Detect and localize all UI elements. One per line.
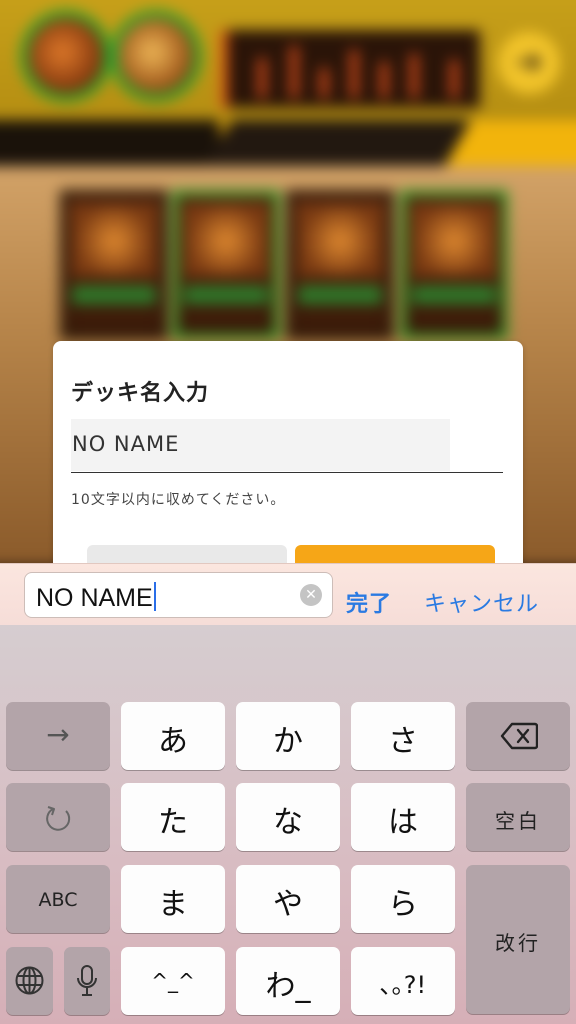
dialog-title: デッキ名入力 bbox=[71, 381, 210, 406]
globe-icon bbox=[15, 966, 44, 995]
return-key[interactable]: 改行 bbox=[466, 865, 570, 1014]
text-caret bbox=[153, 582, 156, 611]
key-emoticon[interactable]: ^_^ bbox=[121, 947, 225, 1015]
key-punctuation[interactable]: ､｡?! bbox=[351, 947, 455, 1015]
abc-key[interactable]: ABC bbox=[6, 865, 110, 933]
deck-name-field[interactable]: NO NAME bbox=[71, 419, 450, 471]
deck-card bbox=[400, 190, 508, 340]
globe-key[interactable] bbox=[6, 947, 53, 1015]
input-accessory-bar: NO NAME ✕ 完了 キャンセル bbox=[0, 563, 576, 625]
done-button[interactable]: 完了 bbox=[346, 586, 392, 618]
deck-card bbox=[60, 190, 168, 340]
deck-card bbox=[172, 190, 280, 340]
character-avatar-2 bbox=[110, 10, 202, 102]
next-candidate-key[interactable]: → bbox=[6, 702, 110, 770]
next-arrow-icon: ➜ bbox=[498, 32, 560, 94]
dictation-key[interactable] bbox=[64, 947, 110, 1015]
text-input[interactable]: NO NAME ✕ bbox=[24, 572, 333, 618]
key-a[interactable]: あ bbox=[121, 702, 225, 770]
key-na[interactable]: な bbox=[236, 783, 340, 851]
deck-name-dialog: デッキ名入力 NO NAME 10文字以内に収めてください。 bbox=[53, 341, 523, 571]
key-wa[interactable]: わ_ bbox=[236, 947, 340, 1015]
undo-key[interactable] bbox=[6, 783, 110, 851]
field-underline bbox=[71, 472, 503, 473]
key-ma[interactable]: ま bbox=[121, 865, 225, 933]
space-key[interactable]: 空白 bbox=[466, 783, 570, 851]
key-ha[interactable]: は bbox=[351, 783, 455, 851]
backspace-icon bbox=[500, 722, 538, 750]
character-avatar-1 bbox=[20, 10, 112, 102]
arrow-right-icon: → bbox=[46, 718, 70, 751]
key-ta[interactable]: た bbox=[121, 783, 225, 851]
undo-icon bbox=[46, 806, 71, 831]
clear-circle-icon[interactable]: ✕ bbox=[300, 584, 322, 606]
key-ra[interactable]: ら bbox=[351, 865, 455, 933]
key-sa[interactable]: さ bbox=[351, 702, 455, 770]
deck-card bbox=[286, 190, 394, 340]
dialog-hint: 10文字以内に収めてください。 bbox=[71, 492, 286, 508]
deck-name-field-value: NO NAME bbox=[72, 432, 180, 456]
japanese-kana-keyboard: → あ か さ た な は 空白 ABC ま や ら 改行 ^_^ わ_ ､｡?… bbox=[0, 625, 576, 1024]
key-ya[interactable]: や bbox=[236, 865, 340, 933]
cancel-button[interactable]: キャンセル bbox=[424, 586, 539, 618]
key-ka[interactable]: か bbox=[236, 702, 340, 770]
cost-bars bbox=[220, 30, 480, 108]
backspace-key[interactable] bbox=[466, 702, 570, 770]
deck-name-band bbox=[0, 120, 576, 166]
microphone-icon bbox=[77, 965, 97, 996]
text-input-value: NO NAME bbox=[36, 582, 156, 613]
